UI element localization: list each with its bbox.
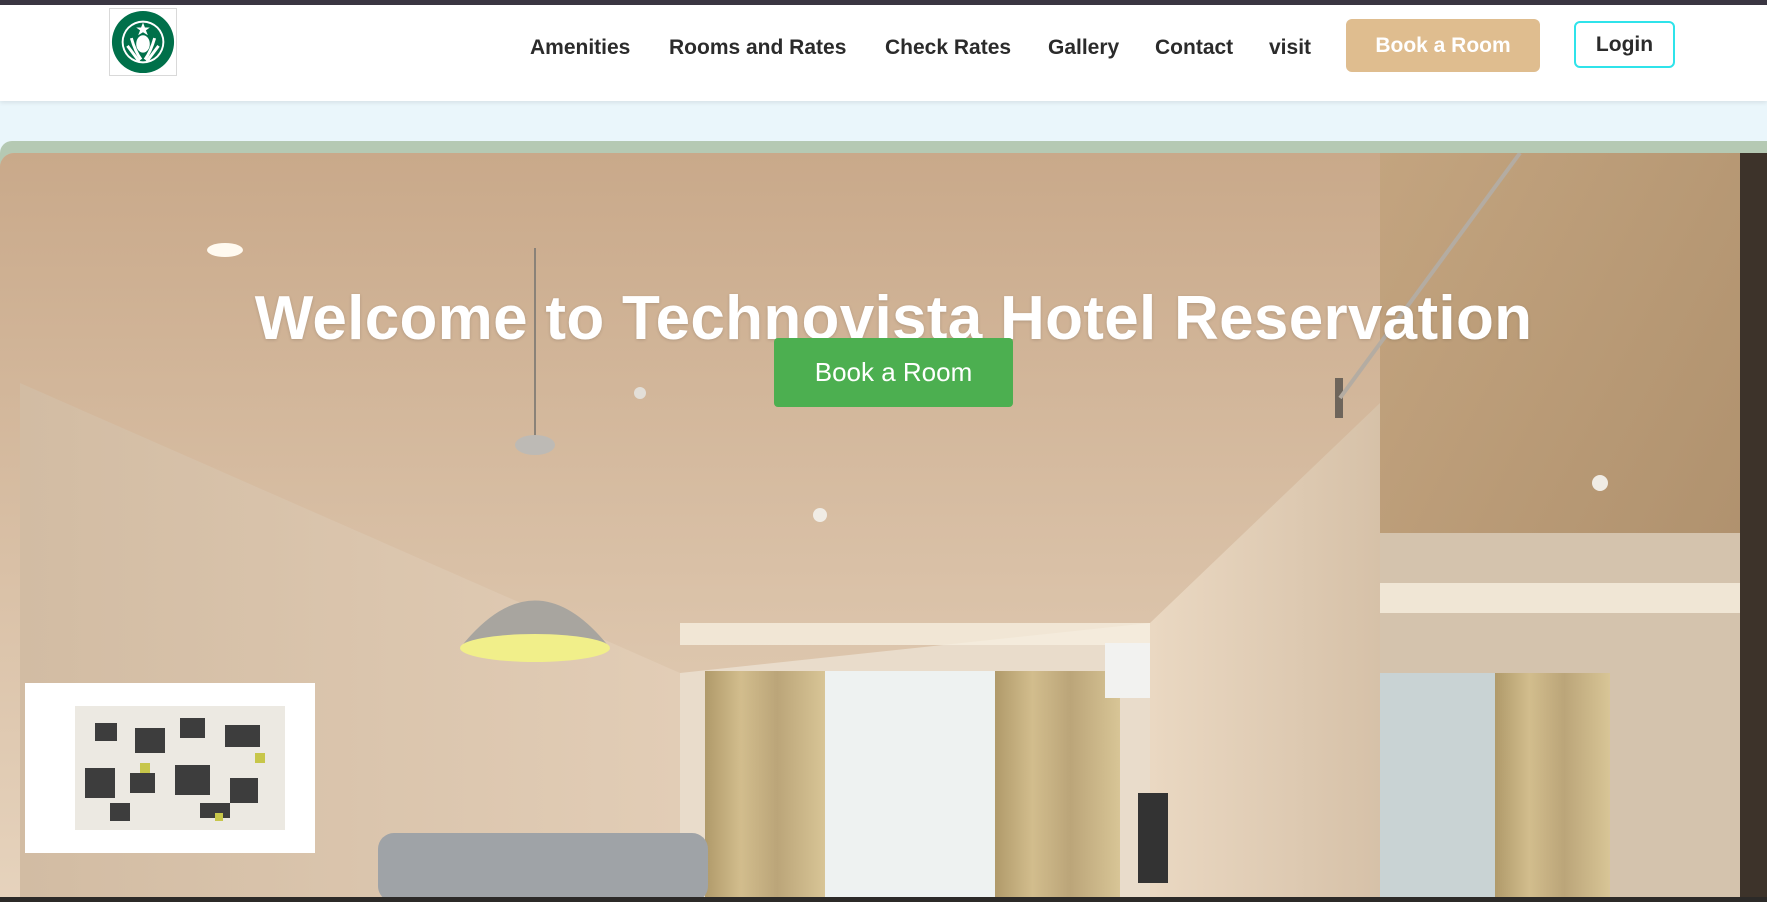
- navbar: Amenities Rooms and Rates Check Rates Ga…: [0, 5, 1767, 101]
- nav-link-rooms-and-rates[interactable]: Rooms and Rates: [669, 36, 846, 60]
- nav-link-check-rates[interactable]: Check Rates: [885, 36, 1011, 60]
- nav-link-contact[interactable]: Contact: [1155, 36, 1233, 60]
- page-bottom-edge: [0, 897, 1767, 902]
- siren-logo-icon[interactable]: [109, 8, 177, 76]
- nav-link-visit[interactable]: visit: [1269, 36, 1311, 60]
- book-room-nav-button[interactable]: Book a Room: [1346, 19, 1540, 72]
- hotel-room-photo: [0, 153, 1767, 902]
- book-room-hero-button[interactable]: Book a Room: [774, 338, 1013, 407]
- login-button[interactable]: Login: [1574, 21, 1675, 68]
- nav-link-gallery[interactable]: Gallery: [1048, 36, 1119, 60]
- nav-link-amenities[interactable]: Amenities: [530, 36, 630, 60]
- hero-section: Welcome to Technovista Hotel Reservation…: [0, 153, 1767, 902]
